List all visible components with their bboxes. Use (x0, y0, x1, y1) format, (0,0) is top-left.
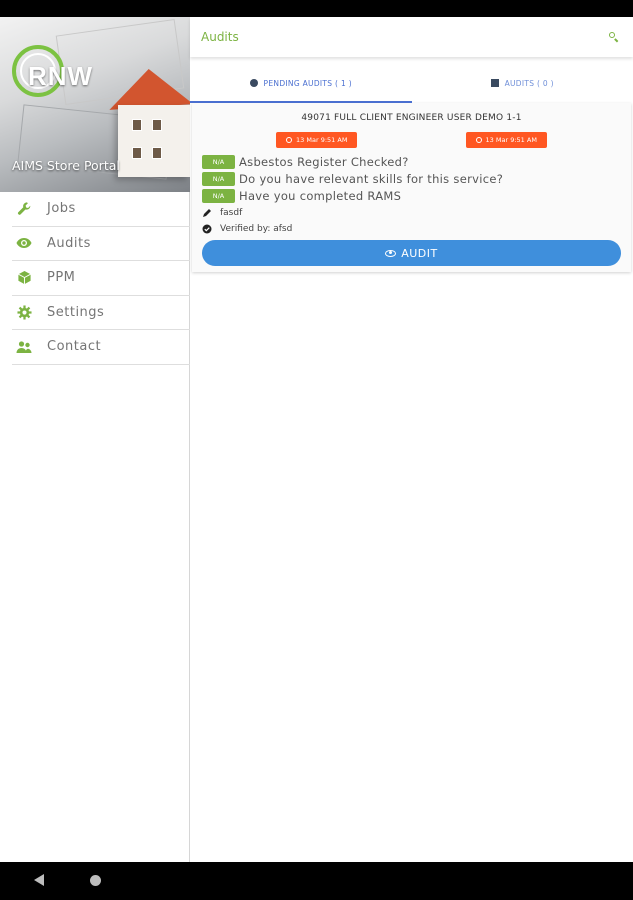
gear-icon (16, 304, 32, 320)
house-window (152, 147, 162, 159)
sidebar-item-label: Jobs (47, 201, 76, 217)
house-image (118, 105, 190, 177)
check-circle-icon (202, 224, 212, 234)
audit-card[interactable]: 49071 FULL CLIENT ENGINEER USER DEMO 1-1… (192, 103, 631, 272)
eye-icon (385, 249, 397, 257)
pen-icon (202, 208, 212, 218)
house-roof-image (106, 66, 190, 110)
eye-icon (16, 235, 32, 251)
sidebar-item-ppm[interactable]: PPM (12, 261, 190, 296)
home-icon[interactable] (90, 875, 101, 886)
search-handle (614, 38, 619, 43)
audit-questions: N/A Asbestos Register Checked? N/A Do yo… (202, 153, 621, 204)
search-icon[interactable] (607, 30, 621, 44)
sidebar-item-label: Audits (47, 235, 91, 251)
audit-button-label: AUDIT (401, 246, 438, 260)
sidebar-item-jobs[interactable]: Jobs (12, 192, 190, 227)
signature-text: fasdf (220, 207, 243, 218)
house-window (132, 119, 142, 131)
house-window (132, 147, 142, 159)
main-content: Audits PENDING AUDITS ( 1 ) AUDITS ( 0 )… (190, 17, 633, 862)
end-date-badge: 13 Mar 9:51 AM (465, 132, 547, 148)
question-text: Asbestos Register Checked? (239, 154, 409, 169)
portal-title: AIMS Store Portal (12, 158, 120, 173)
company-logo: RNW (28, 61, 94, 91)
back-icon[interactable] (34, 874, 44, 886)
navigation-drawer: RNW AIMS Store Portal Jobs Audits PPM Se… (0, 17, 190, 862)
date-text: 13 Mar 9:51 AM (485, 136, 537, 144)
tab-label: AUDITS ( 0 ) (504, 78, 554, 88)
sidebar-item-settings[interactable]: Settings (12, 296, 190, 330)
sidebar-item-contact[interactable]: Contact (12, 330, 190, 365)
question-text: Do you have relevant skills for this ser… (239, 171, 504, 186)
date-text: 13 Mar 9:51 AM (296, 136, 348, 144)
verified-row: Verified by: afsd (202, 221, 621, 236)
answer-badge: N/A (202, 171, 235, 186)
audit-button[interactable]: AUDIT (202, 240, 621, 266)
audit-dates: 13 Mar 9:51 AM 13 Mar 9:51 AM (202, 132, 621, 148)
signature-row: fasdf (202, 205, 621, 220)
system-navigation-bar (0, 862, 633, 900)
tab-label: PENDING AUDITS ( 1 ) (263, 78, 352, 88)
contact-icon (16, 339, 32, 355)
sidebar-item-label: Contact (47, 339, 102, 355)
status-bar (0, 0, 633, 17)
tab-audits[interactable]: AUDITS ( 0 ) (412, 65, 633, 103)
question-row: N/A Asbestos Register Checked? (202, 153, 621, 170)
audit-job-title: 49071 FULL CLIENT ENGINEER USER DEMO 1-1 (301, 113, 522, 123)
drawer-header-image: RNW AIMS Store Portal (0, 17, 190, 192)
audit-tabs: PENDING AUDITS ( 1 ) AUDITS ( 0 ) (190, 65, 633, 103)
clock-icon (286, 137, 293, 143)
document-icon (490, 79, 499, 87)
drawer-menu: Jobs Audits PPM Settings Contact (12, 192, 190, 365)
wrench-icon (16, 201, 32, 217)
answer-badge: N/A (202, 188, 235, 203)
search-lens (609, 32, 615, 38)
answer-badge: N/A (202, 154, 235, 169)
start-date-badge: 13 Mar 9:51 AM (276, 132, 358, 148)
tab-pending-audits[interactable]: PENDING AUDITS ( 1 ) (190, 65, 412, 103)
sidebar-item-label: Settings (47, 304, 105, 320)
question-text: Have you completed RAMS (239, 188, 402, 203)
verified-text: Verified by: afsd (220, 223, 293, 234)
page-title: Audits (201, 30, 239, 44)
question-row: N/A Have you completed RAMS (202, 187, 621, 204)
house-window (152, 119, 162, 131)
sidebar-item-audits[interactable]: Audits (12, 227, 190, 261)
cube-icon (16, 270, 32, 286)
question-row: N/A Do you have relevant skills for this… (202, 170, 621, 187)
app-bar: Audits (190, 17, 633, 57)
sidebar-item-label: PPM (47, 270, 76, 286)
clock-icon (475, 137, 482, 143)
clock-icon (249, 79, 258, 87)
